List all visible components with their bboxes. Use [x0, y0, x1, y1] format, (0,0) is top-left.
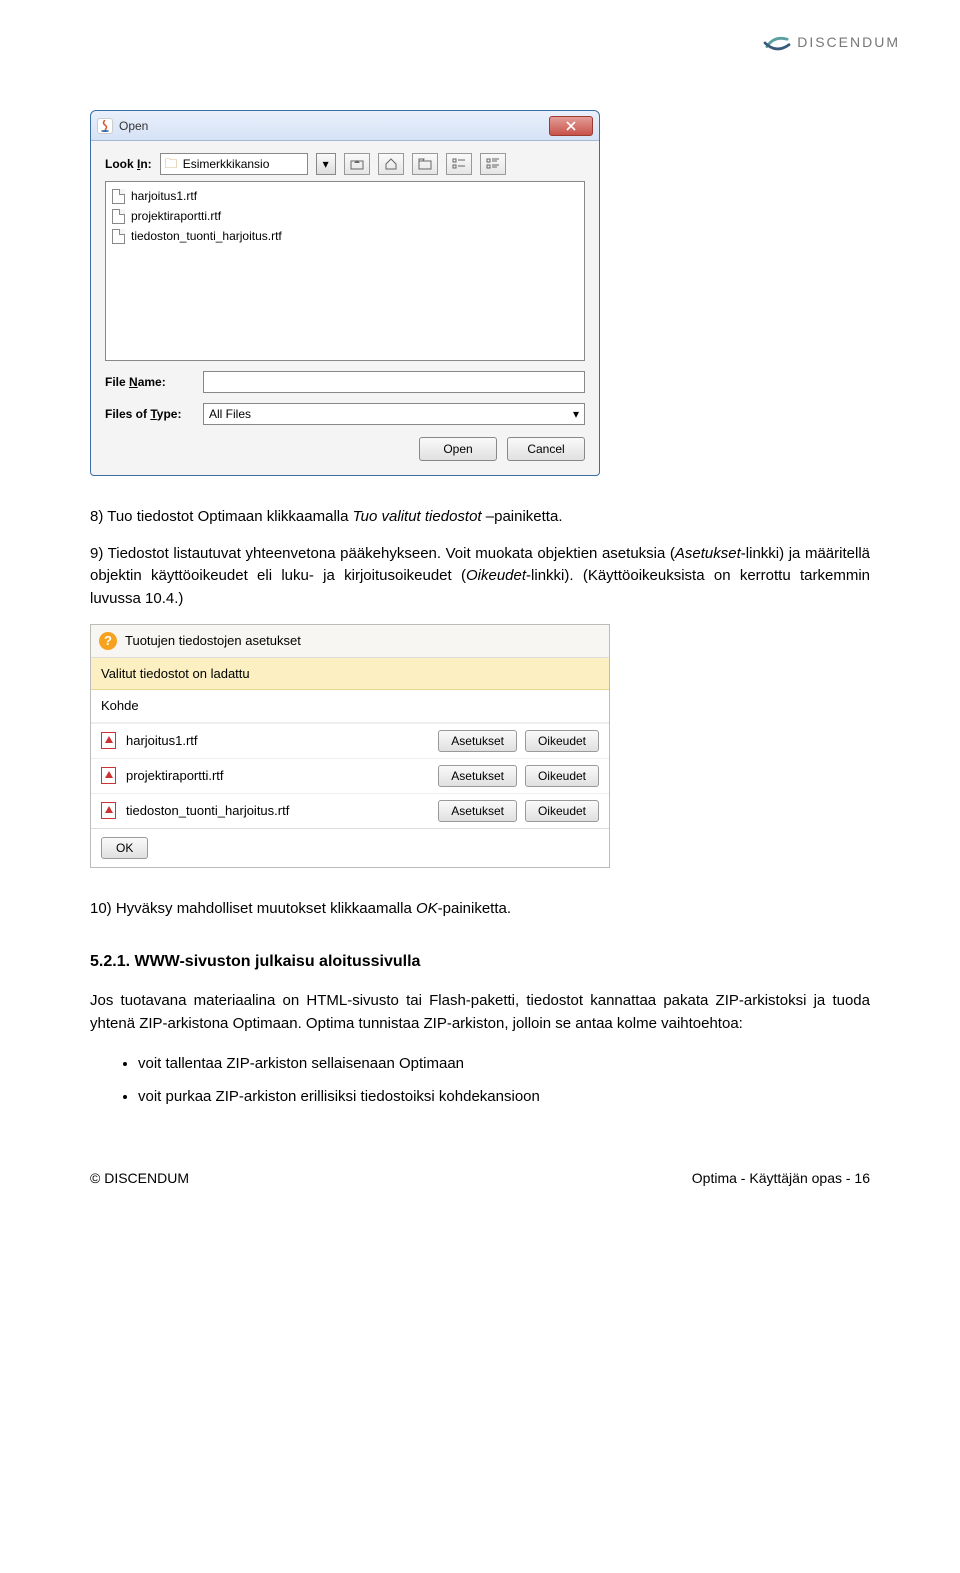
lookin-dropdown-button[interactable]: ▾	[316, 153, 336, 175]
filename-input[interactable]	[203, 371, 585, 393]
paragraph-step-9: 9) Tiedostot listautuvat yhteenvetona pä…	[90, 543, 870, 611]
close-button[interactable]	[549, 116, 593, 136]
home-button[interactable]	[378, 153, 404, 175]
bullet-item: voit purkaa ZIP-arkiston erillisiksi tie…	[138, 1086, 870, 1109]
filetype-value: All Files	[209, 405, 251, 423]
file-item[interactable]: tiedoston_tuonti_harjoitus.rtf	[112, 226, 578, 246]
file-item[interactable]: projektiraportti.rtf	[112, 206, 578, 226]
oikeudet-button[interactable]: Oikeudet	[525, 800, 599, 822]
paragraph-step-10: 10) Hyväksy mahdolliset muutokset klikka…	[90, 898, 870, 921]
folder-icon: 🗀	[165, 154, 178, 174]
new-folder-icon	[418, 158, 432, 170]
new-folder-button[interactable]	[412, 153, 438, 175]
close-icon	[566, 121, 576, 131]
paragraph-step-8: 8) Tuo tiedostot Optimaan klikkaamalla T…	[90, 506, 870, 529]
up-folder-button[interactable]	[344, 153, 370, 175]
file-name: tiedoston_tuonti_harjoitus.rtf	[131, 227, 282, 245]
settings-ok-row: OK	[91, 828, 609, 867]
help-icon: ?	[99, 632, 117, 650]
settings-row: tiedoston_tuonti_harjoitus.rtf Asetukset…	[91, 793, 609, 828]
settings-file-name: harjoitus1.rtf	[126, 731, 430, 751]
page-header: DISCENDUM	[90, 40, 870, 100]
filetype-label: Files of Type:	[105, 405, 195, 423]
oikeudet-button[interactable]: Oikeudet	[525, 765, 599, 787]
asetukset-button[interactable]: Asetukset	[438, 765, 517, 787]
settings-row: harjoitus1.rtf Asetukset Oikeudet	[91, 723, 609, 758]
details-icon	[486, 158, 500, 170]
asetukset-button[interactable]: Asetukset	[438, 800, 517, 822]
file-name: harjoitus1.rtf	[131, 187, 197, 205]
settings-file-name: tiedoston_tuonti_harjoitus.rtf	[126, 801, 430, 821]
lookin-value: Esimerkkikansio	[183, 155, 270, 173]
bullet-list: voit tallentaa ZIP-arkiston sellaisenaan…	[90, 1053, 870, 1108]
section-heading: 5.2.1. WWW-sivuston julkaisu aloitussivu…	[90, 950, 870, 974]
open-button[interactable]: Open	[419, 437, 497, 461]
lookin-label: Look In:	[105, 155, 152, 173]
page-footer: © DISCENDUM Optima - Käyttäjän opas - 16	[90, 1168, 870, 1189]
upload-file-icon	[101, 732, 116, 749]
oikeudet-button[interactable]: Oikeudet	[525, 730, 599, 752]
brand-logo: DISCENDUM	[763, 30, 900, 54]
footer-left: © DISCENDUM	[90, 1168, 189, 1189]
ok-button[interactable]: OK	[101, 837, 148, 859]
chevron-down-icon: ▾	[573, 405, 579, 423]
asetukset-button[interactable]: Asetukset	[438, 730, 517, 752]
settings-file-name: projektiraportti.rtf	[126, 766, 430, 786]
file-settings-panel: ? Tuotujen tiedostojen asetukset Valitut…	[90, 624, 610, 868]
dialog-titlebar: Open	[91, 111, 599, 141]
dialog-title: Open	[119, 117, 148, 135]
footer-right: Optima - Käyttäjän opas - 16	[692, 1168, 870, 1189]
paragraph-main: Jos tuotavana materiaalina on HTML-sivus…	[90, 990, 870, 1035]
logo-icon	[763, 30, 791, 54]
file-icon	[112, 229, 125, 244]
file-item[interactable]: harjoitus1.rtf	[112, 186, 578, 206]
bullet-item: voit tallentaa ZIP-arkiston sellaisenaan…	[138, 1053, 870, 1076]
filetype-select[interactable]: All Files ▾	[203, 403, 585, 425]
upload-file-icon	[101, 767, 116, 784]
file-icon	[112, 189, 125, 204]
cancel-button[interactable]: Cancel	[507, 437, 585, 461]
folder-up-icon	[350, 158, 364, 170]
open-dialog: Open Look In: 🗀 Esimerkkikansio ▾	[90, 110, 600, 476]
settings-kohde-label: Kohde	[91, 690, 609, 723]
filename-label: File Name:	[105, 373, 195, 391]
brand-text: DISCENDUM	[797, 32, 900, 53]
list-icon	[452, 158, 466, 170]
file-name: projektiraportti.rtf	[131, 207, 221, 225]
view-details-button[interactable]	[480, 153, 506, 175]
upload-file-icon	[101, 802, 116, 819]
home-icon	[384, 158, 398, 170]
chevron-down-icon: ▾	[323, 155, 329, 173]
java-icon	[97, 118, 113, 134]
file-icon	[112, 209, 125, 224]
settings-status: Valitut tiedostot on ladattu	[91, 658, 609, 691]
settings-title-row: ? Tuotujen tiedostojen asetukset	[91, 625, 609, 658]
file-list-pane[interactable]: harjoitus1.rtf projektiraportti.rtf tied…	[105, 181, 585, 361]
lookin-select[interactable]: 🗀 Esimerkkikansio	[160, 153, 308, 175]
view-list-button[interactable]	[446, 153, 472, 175]
settings-title: Tuotujen tiedostojen asetukset	[125, 631, 301, 651]
settings-row: projektiraportti.rtf Asetukset Oikeudet	[91, 758, 609, 793]
